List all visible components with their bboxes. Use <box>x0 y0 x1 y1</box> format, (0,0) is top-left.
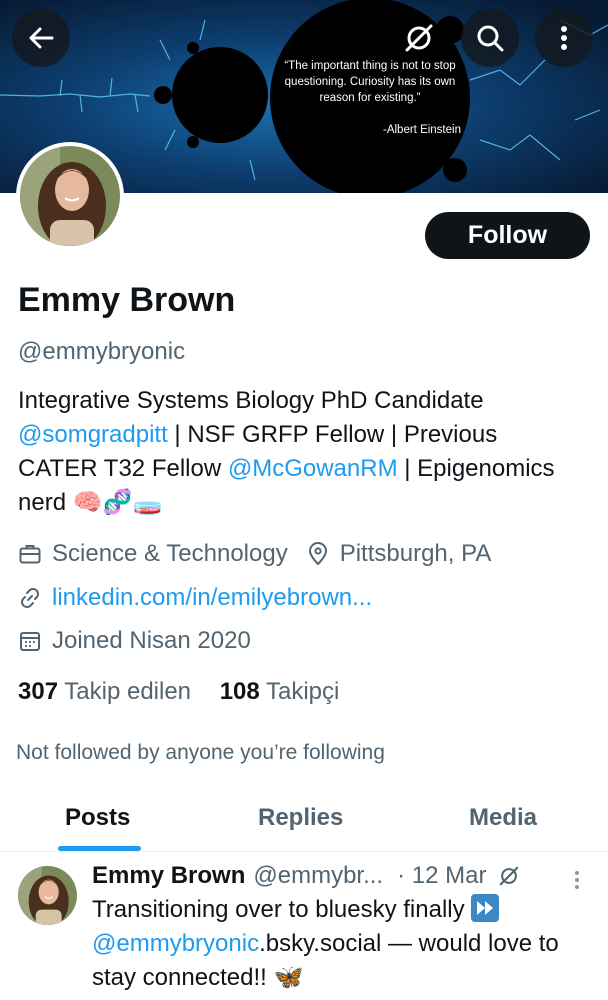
bio-text: | NSF GRFP Fellow | Previous <box>167 421 498 448</box>
profile-joined-date: Joined Nisan 2020 <box>52 627 251 654</box>
profile-website-link[interactable]: linkedin.com/in/emilyebrown... <box>52 584 372 612</box>
bio-text: | Epigenomics <box>397 455 555 482</box>
bio-text: CATER T32 Fellow <box>18 455 228 482</box>
post-text: Transitioning over to bluesky finally @e… <box>92 893 592 995</box>
link-icon <box>21 588 39 608</box>
bio-text: nerd <box>18 489 73 516</box>
followers-link[interactable]: 108 Takipçi <box>220 678 340 705</box>
profile-category: Science & Technology <box>52 540 288 567</box>
bio-line: Integrative Systems Biology PhD Candidat… <box>18 387 484 414</box>
post-author-avatar[interactable] <box>18 866 77 925</box>
bio-line: nerd 🧠🧬🧫 <box>18 486 598 520</box>
tab-posts[interactable]: Posts <box>65 804 130 832</box>
grok-button[interactable] <box>390 9 448 67</box>
search-icon <box>477 25 504 52</box>
active-tab-indicator <box>58 846 141 851</box>
post-text-content: Transitioning over to bluesky finally <box>92 896 472 923</box>
avatar-photo <box>20 146 120 246</box>
profile-avatar[interactable] <box>16 142 124 250</box>
calendar-icon <box>20 632 40 651</box>
followers-count: 108 <box>219 678 260 705</box>
more-options-button[interactable] <box>535 9 593 67</box>
post-timestamp[interactable]: · 12 Mar <box>397 862 486 890</box>
profile-tabs: Posts Replies Media <box>0 790 608 852</box>
post-author-handle[interactable]: @emmybr... <box>253 862 383 890</box>
avatar-photo <box>18 866 77 925</box>
fast-forward-icon <box>471 894 500 922</box>
profile-location: Pittsburgh, PA <box>339 540 492 567</box>
grok-icon[interactable] <box>498 865 520 887</box>
profile-bio: Integrative Systems Biology PhD Candidat… <box>18 384 598 520</box>
profile-meta-joined: Joined Nisan 2020 <box>18 627 251 655</box>
grok-icon <box>405 24 433 52</box>
post-mention-link[interactable]: @emmybryonic <box>92 930 259 957</box>
search-button[interactable] <box>461 9 519 67</box>
more-vertical-icon <box>575 871 579 889</box>
follow-counts: 307 Takip edilen 108 Takipçi <box>18 678 339 706</box>
not-followed-notice: Not followed by anyone you’re following <box>16 741 385 764</box>
profile-meta-website: linkedin.com/in/emilyebrown... <box>18 584 372 612</box>
bio-line: @somgradpitt | NSF GRFP Fellow | Previou… <box>18 418 598 452</box>
followers-label: Takipçi <box>265 678 340 705</box>
bio-mention-link[interactable]: @McGowanRM <box>228 455 398 482</box>
post-author-name[interactable]: Emmy Brown <box>92 862 245 890</box>
more-vertical-icon <box>561 26 567 50</box>
banner-quote: “The important thing is not to stop ques… <box>284 60 456 104</box>
profile-meta-category-location: Science & Technology Pittsburgh, PA <box>18 540 491 568</box>
banner-quote-author: -Albert Einstein <box>383 124 461 136</box>
following-link[interactable]: 307 Takip edilen <box>18 678 191 705</box>
tab-replies[interactable]: Replies <box>258 804 343 832</box>
bio-line: CATER T32 Fellow @McGowanRM | Epigenomic… <box>18 452 598 486</box>
post-header: Emmy Brown @emmybr... · 12 Mar <box>92 862 520 890</box>
profile-name: Emmy Brown <box>18 281 236 319</box>
profile-handle: @emmybryonic <box>18 338 186 365</box>
bio-mention-link[interactable]: @somgradpitt <box>18 421 168 448</box>
back-button[interactable] <box>12 9 70 67</box>
bio-emojis: 🧠🧬🧫 <box>72 489 163 516</box>
following-label: Takip edilen <box>64 678 192 705</box>
location-pin-icon <box>308 542 327 566</box>
post-emoji: 🦋 <box>273 964 304 991</box>
tab-media[interactable]: Media <box>469 804 537 832</box>
follow-button[interactable]: Follow <box>425 212 590 259</box>
briefcase-icon <box>19 545 41 564</box>
arrow-left-icon <box>29 27 54 49</box>
following-count: 307 <box>18 678 59 705</box>
